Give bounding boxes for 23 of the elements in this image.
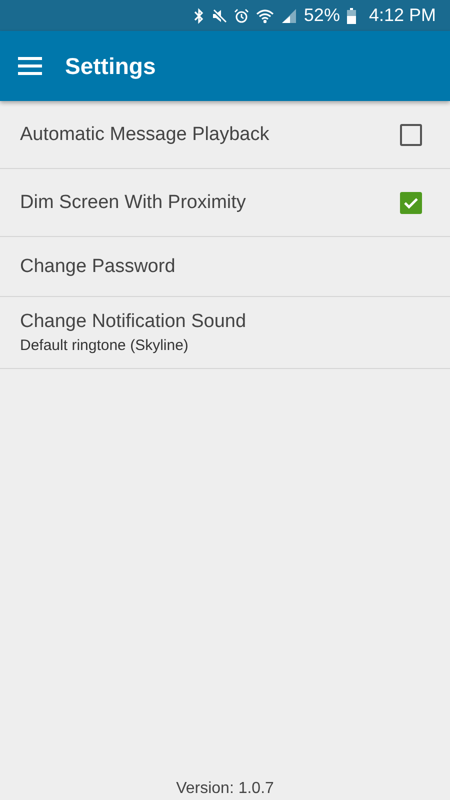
settings-item[interactable]: Change Notification Sound Default ringtone (Skyline) bbox=[0, 297, 450, 369]
battery-icon bbox=[346, 8, 356, 24]
setting-label: Change Notification Sound bbox=[20, 311, 248, 333]
app-bar-title: Settings bbox=[65, 52, 156, 80]
setting-summary: Default ringtone (Skyline) bbox=[20, 337, 190, 354]
setting-label: Change Password bbox=[20, 256, 176, 278]
signal-icon bbox=[280, 8, 297, 24]
checkbox[interactable] bbox=[400, 124, 422, 146]
setting-label: Automatic Message Playback bbox=[20, 124, 270, 146]
bluetooth-icon bbox=[194, 8, 204, 24]
wifi-icon bbox=[256, 8, 274, 24]
clock: 4:12 PM bbox=[368, 5, 436, 26]
battery-percentage: 52% bbox=[304, 5, 340, 26]
version-text: Version: 1.0.7 bbox=[176, 780, 274, 798]
settings-item[interactable]: Change Password bbox=[0, 237, 450, 297]
check-icon bbox=[403, 196, 419, 210]
mute-icon bbox=[210, 8, 227, 24]
setting-label: Dim Screen With Proximity bbox=[20, 192, 247, 214]
menu-icon[interactable] bbox=[18, 57, 42, 75]
checkbox[interactable] bbox=[400, 192, 422, 214]
alarm-icon bbox=[234, 8, 249, 24]
settings-item[interactable]: Automatic Message Playback bbox=[0, 101, 450, 169]
settings-item[interactable]: Dim Screen With Proximity bbox=[0, 169, 450, 237]
